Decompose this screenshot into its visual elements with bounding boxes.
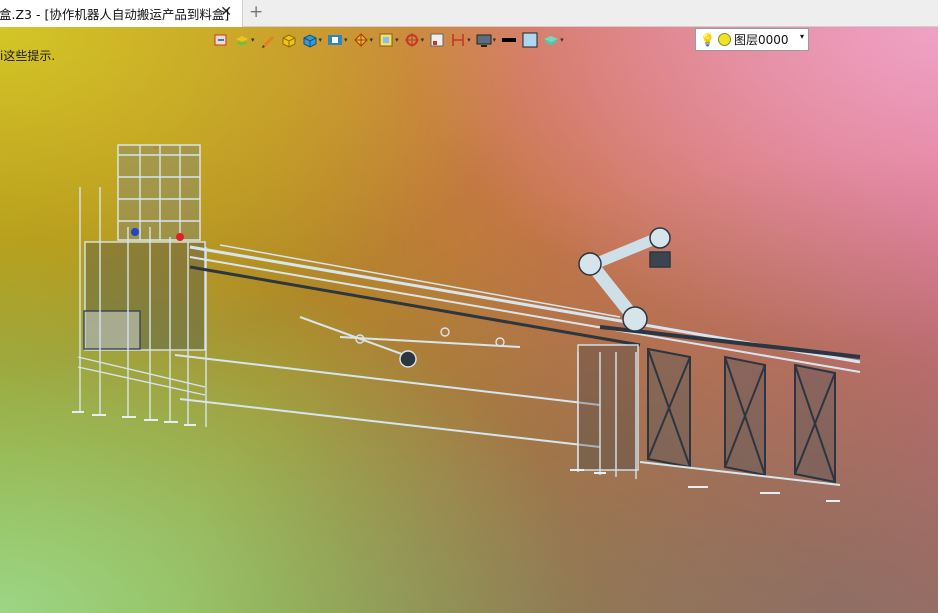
layer-stack-icon[interactable]: ▾ <box>543 29 564 51</box>
line-color-icon[interactable] <box>501 29 517 51</box>
dimension-icon[interactable]: ▾ <box>450 29 471 51</box>
view-icon[interactable] <box>213 29 229 51</box>
lightbulb-icon[interactable]: 💡 <box>700 33 715 47</box>
frame-icon[interactable]: ▾ <box>378 29 399 51</box>
svg-text:⌄: ⌄ <box>152 141 160 152</box>
add-tab-icon[interactable]: + <box>249 2 263 22</box>
hint-text: i这些提示. <box>0 49 56 63</box>
tab-title: 盒.Z3 - [协作机器人自动搬运产品到料盒] <box>0 7 230 22</box>
layer-manager-icon[interactable]: ▾ <box>234 29 255 51</box>
chevron-down-icon[interactable]: ▾ <box>800 32 804 41</box>
model-wireframe <box>72 144 861 502</box>
shaded-box-icon[interactable] <box>281 29 297 51</box>
render-icon[interactable]: ▾ <box>353 29 373 51</box>
layer-color-icon <box>717 33 731 46</box>
layer-name: 图层0000 <box>733 33 789 47</box>
pen-icon[interactable] <box>260 29 276 51</box>
close-icon[interactable]: ✕ <box>220 4 232 20</box>
solid-icon[interactable]: ▾ <box>302 29 322 51</box>
layer-dropdown[interactable]: 💡 图层0000 ▾ <box>695 28 809 51</box>
robot-conveyor-model: ⌄ <box>72 141 861 502</box>
snap-icon[interactable]: ▾ <box>404 29 424 51</box>
tab-bar: 盒.Z3 - [协作机器人自动搬运产品到料盒] ✕ + <box>0 0 938 27</box>
display-mode-icon[interactable]: ▾ <box>327 29 348 51</box>
view-toolbar: ▾ ▾ ▾ ▾ ▾ ▾ ▾ ▾ ▾ <box>213 28 569 52</box>
document-tab[interactable]: 盒.Z3 - [协作机器人自动搬运产品到料盒] ✕ <box>0 0 243 27</box>
grid-icon[interactable] <box>429 29 445 51</box>
fill-color-icon[interactable] <box>522 29 538 51</box>
3d-viewport[interactable]: ⌄ i这些提示. ▾ ▾ ▾ ▾ ▾ ▾ ▾ ▾ ▾ 💡 图层0000 ▾ <box>0 27 938 613</box>
screen-icon[interactable]: ▾ <box>476 29 496 51</box>
